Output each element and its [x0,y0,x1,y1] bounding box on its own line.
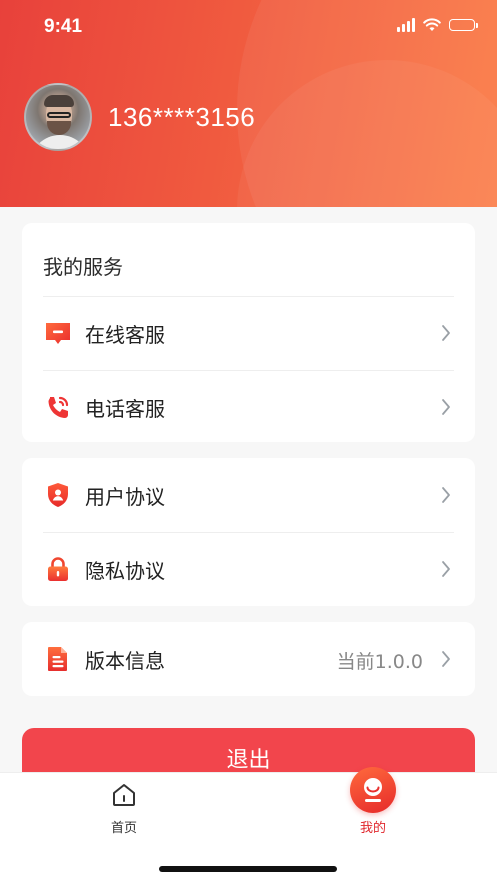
services-card: 我的服务 在线客服 电话客服 [22,223,475,442]
online-support-label: 在线客服 [85,323,165,347]
wifi-icon [423,18,441,31]
user-agreement-row[interactable]: 用户协议 [22,458,475,532]
tab-mine[interactable]: 我的 [249,767,497,853]
profile-face-icon [350,767,396,813]
cellular-signal-icon [397,18,415,32]
tab-mine-label: 我的 [359,821,386,836]
profile-header: 9:41 136****3156 [0,0,497,207]
user-agreement-label: 用户协议 [85,485,165,509]
services-title: 我的服务 [43,255,123,279]
divider [43,370,454,371]
phone-call-icon [48,396,69,418]
phone-support-row[interactable]: 电话客服 [22,370,475,444]
chat-support-icon [46,323,70,344]
chevron-right-icon [442,561,450,577]
agreements-card: 用户协议 隐私协议 [22,458,475,606]
avatar[interactable] [24,83,92,151]
home-icon [113,784,135,806]
chevron-right-icon [442,325,450,341]
status-bar: 9:41 [0,0,497,54]
chevron-right-icon [442,651,450,667]
phone-support-label: 电话客服 [85,397,165,421]
user-phone-number: 136****3156 [108,102,256,132]
divider [43,296,454,297]
status-icons [397,18,478,32]
version-card: 版本信息 当前1.0.0 [22,622,475,696]
document-icon [48,647,67,671]
chevron-right-icon [442,487,450,503]
online-support-row[interactable]: 在线客服 [22,296,475,370]
chevron-right-icon [442,399,450,415]
divider [43,532,454,533]
user-shield-icon [48,483,68,507]
version-value: 当前1.0.0 [336,651,423,673]
version-info-row[interactable]: 版本信息 当前1.0.0 [22,622,475,696]
tab-home[interactable]: 首页 [0,773,248,853]
status-time: 9:41 [44,16,83,37]
battery-icon [449,19,478,31]
lock-icon [48,557,68,581]
privacy-agreement-row[interactable]: 隐私协议 [22,532,475,606]
privacy-agreement-label: 隐私协议 [85,559,165,583]
version-info-label: 版本信息 [85,649,165,673]
tab-home-label: 首页 [110,821,137,836]
home-indicator [159,866,337,872]
